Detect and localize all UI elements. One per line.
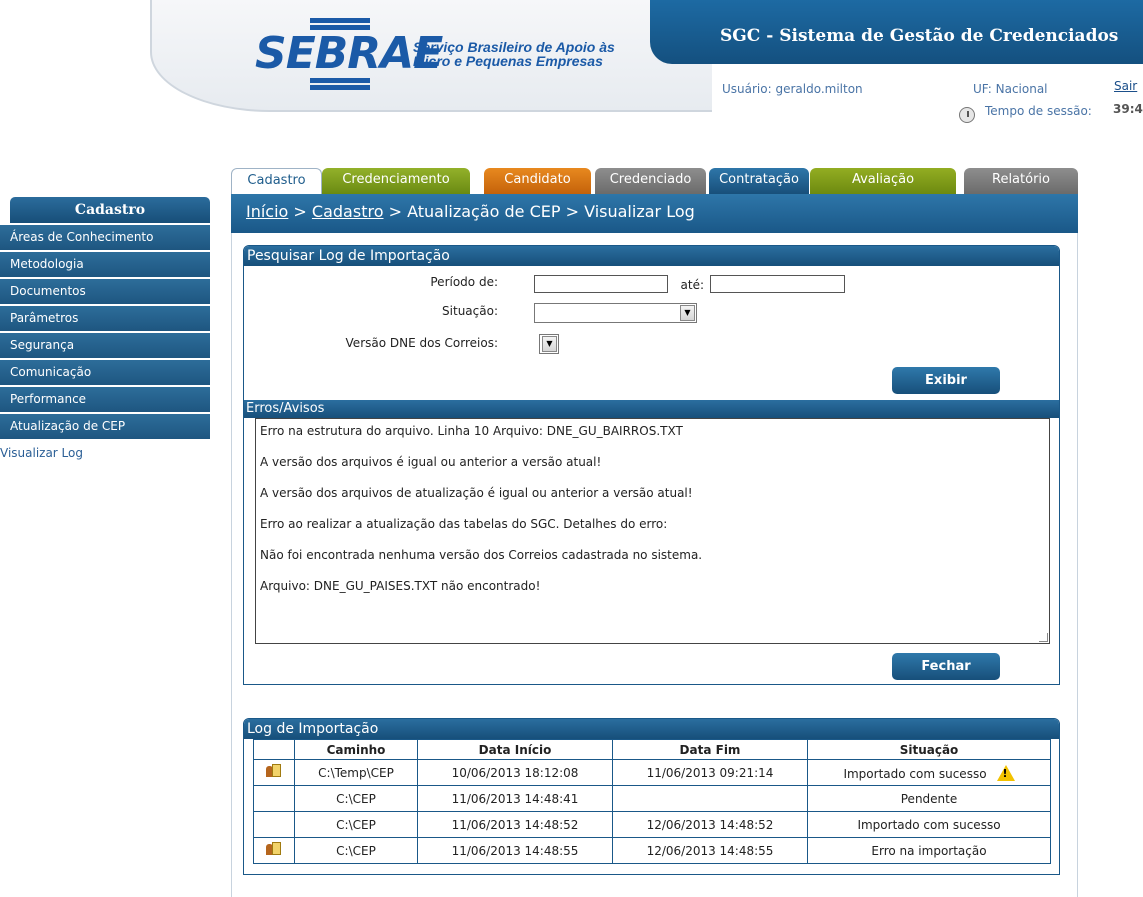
table-header-row: Caminho Data Início Data Fim Situação (253, 739, 1051, 760)
period-from-input[interactable] (534, 275, 668, 293)
user-label: Usuário: geraldo.milton (722, 82, 863, 96)
row-action-cell (253, 811, 295, 838)
sidebar-item-metodologia[interactable]: Metodologia (0, 252, 210, 277)
cell-path: C:\CEP (294, 837, 418, 864)
row-action-cell[interactable] (253, 759, 295, 786)
cell-end: 12/06/2013 14:48:55 (612, 837, 808, 864)
chevron-down-icon[interactable]: ▼ (680, 305, 695, 321)
cell-end: 12/06/2013 14:48:52 (612, 811, 808, 838)
tab-candidato[interactable]: Candidato (484, 168, 591, 194)
show-button[interactable]: Exibir (892, 367, 1000, 394)
sidebar-title: Cadastro (10, 197, 210, 223)
message-line: A versão dos arquivos de atualização é i… (260, 486, 693, 500)
tab-relatorio[interactable]: Relatório (964, 168, 1078, 194)
logo-bar (310, 18, 370, 23)
chevron-down-icon[interactable]: ▼ (542, 336, 557, 352)
clock-icon (959, 107, 975, 123)
log-panel-title: Log de Importação (244, 719, 1059, 739)
situation-label: Situação: (442, 304, 498, 318)
resize-handle-icon[interactable] (1039, 633, 1048, 642)
sidebar-item-seguranca[interactable]: Segurança (0, 333, 210, 358)
tab-avaliacao[interactable]: Avaliação (810, 168, 956, 194)
period-from-label: Período de: (430, 275, 498, 289)
cell-status: Pendente (807, 785, 1051, 812)
message-line: Não foi encontrada nenhuma versão dos Co… (260, 548, 703, 562)
cell-status: Importado com sucesso (807, 759, 1051, 786)
logo-bar (310, 78, 370, 83)
system-title: SGC - Sistema de Gestão de Credenciados (720, 26, 1119, 46)
sidebar-item-comunicacao[interactable]: Comunicação (0, 360, 210, 385)
dne-version-label: Versão DNE dos Correios: (345, 336, 498, 350)
cell-path: C:\Temp\CEP (294, 759, 418, 786)
breadcrumb-cadastro-link[interactable]: Cadastro (312, 202, 384, 221)
message-line: A versão dos arquivos é igual ou anterio… (260, 455, 602, 469)
sebrae-logo: SEBRAE Serviço Brasileiro de Apoio às Mi… (255, 18, 675, 90)
sidebar-subitem-visualizar-log[interactable]: Visualizar Log (0, 441, 200, 465)
situation-select[interactable]: ▼ (534, 303, 697, 323)
log-table: Caminho Data Início Data Fim Situação C:… (253, 739, 1051, 864)
warning-icon[interactable] (996, 764, 1015, 781)
log-panel: Log de Importação Caminho Data Início Da… (243, 718, 1060, 875)
breadcrumb-separator: > (288, 202, 312, 221)
sidebar-item-areas-conhecimento[interactable]: Áreas de Conhecimento (0, 225, 210, 250)
cell-end: 11/06/2013 09:21:14 (612, 759, 808, 786)
cell-status: Importado com sucesso (807, 811, 1051, 838)
table-row: C:\CEP 11/06/2013 14:48:52 12/06/2013 14… (253, 811, 1051, 838)
cell-end (612, 785, 808, 812)
table-row: C:\Temp\CEP 10/06/2013 18:12:08 11/06/20… (253, 759, 1051, 786)
column-header-path: Caminho (294, 739, 418, 760)
dne-version-select[interactable]: ▼ (539, 334, 559, 354)
sidebar-item-documentos[interactable]: Documentos (0, 279, 210, 304)
column-header-status: Situação (807, 739, 1051, 760)
tab-cadastro[interactable]: Cadastro (231, 168, 322, 194)
messages-textarea[interactable]: Erro na estrutura do arquivo. Linha 10 A… (255, 418, 1050, 644)
session-label: Tempo de sessão: (985, 104, 1092, 118)
column-header-start: Data Início (417, 739, 613, 760)
period-to-label: até: (680, 278, 704, 292)
column-header-action (253, 739, 295, 760)
user-edit-icon[interactable] (266, 764, 282, 778)
uf-label: UF: Nacional (973, 82, 1048, 96)
message-line: Erro na estrutura do arquivo. Linha 10 A… (260, 424, 683, 438)
message-line: Arquivo: DNE_GU_PAISES.TXT não encontrad… (260, 579, 541, 593)
status-text: Importado com sucesso (843, 766, 987, 781)
session-timer: 39:48 (1113, 102, 1143, 116)
logo-bar (310, 85, 370, 90)
cell-start: 11/06/2013 14:48:52 (417, 811, 613, 838)
cell-start: 11/06/2013 14:48:41 (417, 785, 613, 812)
close-button[interactable]: Fechar (892, 653, 1000, 680)
sidebar-item-atualizacao-cep[interactable]: Atualização de CEP (0, 414, 210, 439)
logout-link[interactable]: Sair (1114, 79, 1137, 93)
messages-title: Erros/Avisos (244, 400, 1059, 418)
cell-path: C:\CEP (294, 785, 418, 812)
cell-status: Erro na importação (807, 837, 1051, 864)
breadcrumb-home-link[interactable]: Início (246, 202, 288, 221)
tab-contratacao[interactable]: Contratação (709, 168, 809, 194)
row-action-cell[interactable] (253, 837, 295, 864)
period-to-input[interactable] (710, 275, 845, 293)
cell-start: 10/06/2013 18:12:08 (417, 759, 613, 786)
search-panel-title: Pesquisar Log de Importação (244, 246, 1059, 266)
sidebar-item-parametros[interactable]: Parâmetros (0, 306, 210, 331)
row-action-cell (253, 785, 295, 812)
table-row: C:\CEP 11/06/2013 14:48:55 12/06/2013 14… (253, 837, 1051, 864)
message-line: Erro ao realizar a atualização das tabel… (260, 517, 668, 531)
breadcrumb: Início > Cadastro > Atualização de CEP >… (246, 202, 695, 221)
logo-tagline-2: Micro e Pequenas Empresas (413, 53, 603, 69)
tab-credenciado[interactable]: Credenciado (595, 168, 706, 194)
user-edit-icon[interactable] (266, 842, 282, 856)
sidebar-item-performance[interactable]: Performance (0, 387, 210, 412)
sidebar: Cadastro Áreas de Conhecimento Metodolog… (0, 197, 210, 465)
search-panel: Pesquisar Log de Importação Período de: … (243, 245, 1060, 685)
cell-path: C:\CEP (294, 811, 418, 838)
cell-start: 11/06/2013 14:48:55 (417, 837, 613, 864)
breadcrumb-current: > Atualização de CEP > Visualizar Log (383, 202, 695, 221)
logo-tagline-1: Serviço Brasileiro de Apoio às (413, 39, 615, 55)
tab-credenciamento[interactable]: Credenciamento (322, 168, 470, 194)
table-row: C:\CEP 11/06/2013 14:48:41 Pendente (253, 785, 1051, 812)
column-header-end: Data Fim (612, 739, 808, 760)
